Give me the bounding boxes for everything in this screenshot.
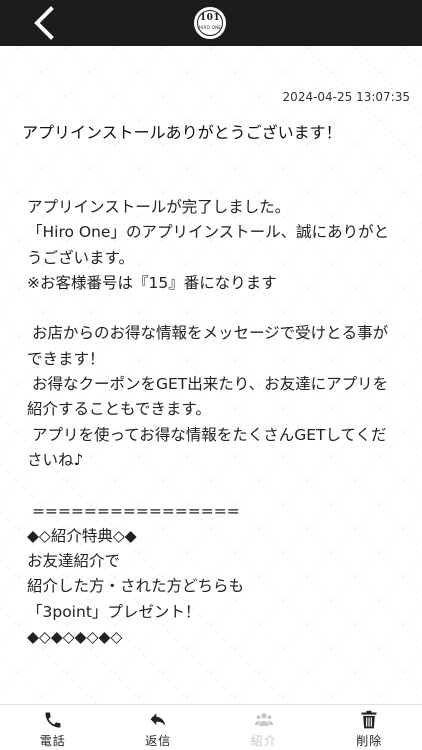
tab-delete-label: 削除 xyxy=(356,734,383,748)
shop-logo: 101 HIRO ONE xyxy=(194,7,226,39)
message-area: 2024-04-25 13:07:35 アプリインストールありがとうございます！… xyxy=(0,46,422,704)
message-body: アプリインストールが完了しました。 「Hiro One」のアプリインストール、誠… xyxy=(27,198,390,647)
tab-reply-label: 返信 xyxy=(145,734,172,748)
tab-phone-label: 電話 xyxy=(39,734,66,748)
tab-introduce[interactable]: 紹介 xyxy=(211,705,317,750)
phone-icon xyxy=(45,712,61,728)
logo-number: 101 xyxy=(199,13,221,23)
tab-introduce-label: 紹介 xyxy=(250,734,277,748)
message-date: 2024-04-25 13:07:35 xyxy=(282,90,410,104)
back-button[interactable] xyxy=(26,5,62,41)
tab-phone[interactable]: 電話 xyxy=(0,705,106,750)
trash-icon xyxy=(361,710,377,729)
message-title: アプリインストールありがとうございます！ xyxy=(22,123,342,142)
bottom-tab-bar: 電話 返信 紹介 削除 xyxy=(0,704,422,750)
group-icon xyxy=(254,713,273,726)
tab-delete[interactable]: 削除 xyxy=(317,705,422,750)
chevron-left-icon xyxy=(34,6,54,40)
tab-reply[interactable]: 返信 xyxy=(106,705,212,750)
app-header: 101 HIRO ONE xyxy=(0,0,422,46)
reply-icon xyxy=(150,713,166,726)
logo-text: HIRO ONE xyxy=(198,25,222,30)
